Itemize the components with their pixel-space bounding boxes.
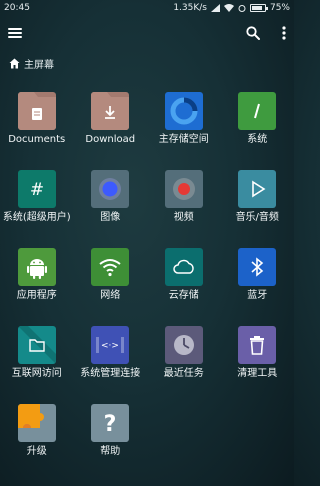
video-record-icon xyxy=(164,170,203,208)
bluetooth-icon xyxy=(238,248,277,286)
category-label: Documents xyxy=(8,134,66,145)
documents-folder-icon xyxy=(17,92,56,130)
home-icon xyxy=(9,58,20,68)
category-label: 系统 xyxy=(247,134,268,145)
category-tile[interactable]: 主存储空间 xyxy=(147,92,221,170)
category-tile[interactable]: 清理工具 xyxy=(221,326,295,404)
clock-icon xyxy=(164,326,203,364)
category-label: 音乐/音频 xyxy=(235,212,279,223)
category-label: 互联网访问 xyxy=(11,368,62,379)
more-vert-icon[interactable] xyxy=(282,26,286,40)
trash-icon xyxy=(238,326,277,364)
wifi-icon xyxy=(91,248,130,286)
category-tile[interactable]: 互联网访问 xyxy=(0,326,74,404)
category-tile[interactable]: 系统 xyxy=(221,92,295,170)
category-label: 应用程序 xyxy=(16,290,57,301)
svg-text:#: # xyxy=(30,180,44,200)
download-folder-icon xyxy=(91,92,130,130)
category-tile[interactable]: 最近任务 xyxy=(147,326,221,404)
category-tile[interactable]: 云存储 xyxy=(147,248,221,326)
category-label: 升级 xyxy=(26,446,47,457)
status-bar: 20:45 1.35K/s 75% xyxy=(0,0,294,16)
toolbar-actions xyxy=(246,26,286,40)
category-tile[interactable]: Documents xyxy=(0,92,74,170)
status-right: 1.35K/s 75% xyxy=(173,3,290,13)
category-label: 帮助 xyxy=(100,446,121,457)
image-circle-icon xyxy=(91,170,130,208)
category-label: 最近任务 xyxy=(163,368,204,379)
category-label: 系统(超级用户) xyxy=(2,212,71,223)
category-tile[interactable]: <·> 系统管理连接 xyxy=(74,326,148,404)
wifi-status-icon xyxy=(223,4,234,12)
search-icon[interactable] xyxy=(246,26,260,40)
android-icon xyxy=(17,248,56,286)
category-tile[interactable]: 图像 xyxy=(74,170,148,248)
alarm-icon xyxy=(238,5,246,12)
category-tile[interactable]: # 系统(超级用户) xyxy=(0,170,74,248)
category-label: Download xyxy=(85,134,136,145)
svg-text:?: ? xyxy=(104,412,117,437)
hamburger-menu-icon[interactable] xyxy=(8,28,22,38)
category-tile[interactable]: 音乐/音频 xyxy=(221,170,295,248)
category-label: 图像 xyxy=(100,212,121,223)
category-grid: Documents Download 主存储空间 系统 # 系统(超级用户) 图… xyxy=(0,92,294,482)
status-time: 20:45 xyxy=(4,3,30,13)
battery-percent: 75% xyxy=(269,3,290,13)
breadcrumb-label: 主屏幕 xyxy=(24,59,54,71)
category-label: 云存储 xyxy=(168,290,199,301)
svg-text:<·>: <·> xyxy=(101,341,119,351)
signal-icon xyxy=(210,4,220,12)
toolbar xyxy=(0,16,294,50)
category-tile[interactable]: ? 帮助 xyxy=(74,404,148,482)
network-speed: 1.35K/s xyxy=(173,3,207,13)
audio-play-icon xyxy=(238,170,277,208)
connection-arrows-icon: <·> xyxy=(91,326,130,364)
internet-folder-icon xyxy=(17,326,56,364)
category-label: 视频 xyxy=(173,212,194,223)
category-label: 清理工具 xyxy=(237,368,278,379)
category-label: 网络 xyxy=(100,290,121,301)
category-label: 主存储空间 xyxy=(158,134,209,145)
storage-pie-icon xyxy=(164,92,203,130)
category-tile[interactable]: 视频 xyxy=(147,170,221,248)
system-slash-icon xyxy=(238,92,277,130)
category-tile[interactable]: Download xyxy=(74,92,148,170)
category-tile[interactable]: 应用程序 xyxy=(0,248,74,326)
category-tile[interactable]: 蓝牙 xyxy=(221,248,295,326)
root-hash-icon: # xyxy=(17,170,56,208)
breadcrumb[interactable]: 主屏幕 xyxy=(9,56,54,71)
battery-icon xyxy=(249,4,268,12)
category-label: 蓝牙 xyxy=(247,290,268,301)
category-label: 系统管理连接 xyxy=(80,368,141,379)
cloud-icon xyxy=(164,248,203,286)
upgrade-puzzle-icon xyxy=(17,404,56,442)
help-question-icon: ? xyxy=(91,404,130,442)
category-tile[interactable]: 网络 xyxy=(74,248,148,326)
category-tile[interactable]: 升级 xyxy=(0,404,74,482)
